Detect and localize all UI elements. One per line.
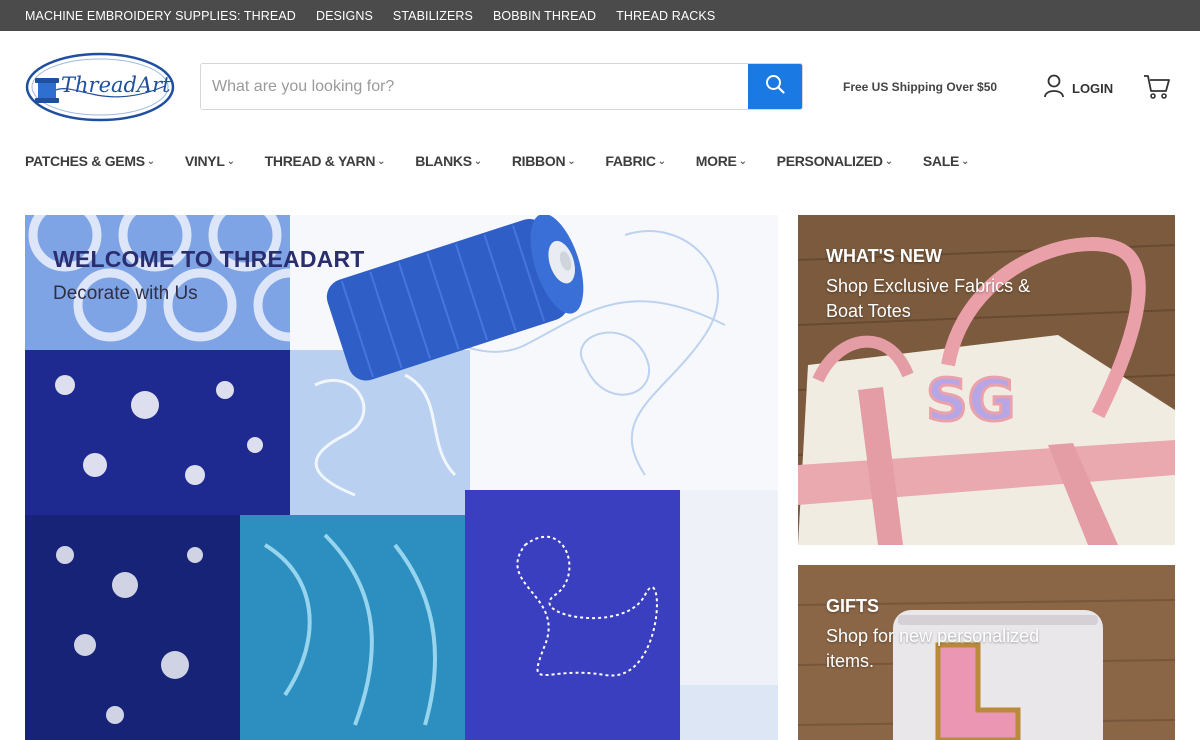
chevron-down-icon: ⌄	[377, 155, 386, 167]
topbar-link-thread[interactable]: MACHINE EMBROIDERY SUPPLIES: THREAD	[25, 9, 296, 23]
topbar-link-stabilizers[interactable]: STABILIZERS	[393, 9, 473, 23]
site-logo[interactable]: ThreadArt	[25, 52, 175, 122]
logo-wordmark: ThreadArt	[61, 73, 171, 97]
chevron-down-icon: ⌄	[567, 155, 576, 167]
search-button[interactable]	[748, 64, 802, 109]
nav-label: BLANKS	[415, 153, 472, 169]
top-utility-bar: MACHINE EMBROIDERY SUPPLIES: THREAD DESI…	[0, 0, 1200, 31]
chevron-down-icon: ⌄	[738, 155, 747, 167]
nav-item-more[interactable]: MORE ⌄	[696, 153, 747, 169]
nav-item-vinyl[interactable]: VINYL ⌄	[185, 153, 235, 169]
topbar-link-thread-racks[interactable]: THREAD RACKS	[616, 9, 715, 23]
nav-item-blanks[interactable]: BLANKS ⌄	[415, 153, 482, 169]
nav-item-patches-gems[interactable]: PATCHES & GEMS ⌄	[25, 153, 155, 169]
login-link[interactable]: LOGIN	[1043, 74, 1113, 103]
nav-label: FABRIC	[605, 153, 656, 169]
nav-item-personalized[interactable]: PERSONALIZED ⌄	[777, 153, 893, 169]
tote-monogram: SG	[926, 366, 1015, 434]
user-icon	[1043, 74, 1065, 103]
nav-label: PATCHES & GEMS	[25, 153, 145, 169]
promo-whats-new[interactable]: SG WHAT'S NEW Shop Exclusive Fabrics & B…	[798, 215, 1175, 545]
chevron-down-icon: ⌄	[226, 155, 235, 167]
hero-subtitle: Decorate with Us	[53, 283, 198, 304]
chevron-down-icon: ⌄	[960, 155, 970, 167]
search-bar	[200, 63, 803, 110]
hero-title: WELCOME TO THREADART	[53, 246, 365, 272]
free-shipping-notice: Free US Shipping Over $50	[843, 80, 998, 94]
nav-label: MORE	[695, 153, 737, 169]
promo-gifts[interactable]: GIFTS Shop for new personalized items.	[798, 565, 1175, 740]
chevron-down-icon: ⌄	[473, 155, 482, 167]
search-icon	[765, 74, 785, 99]
nav-item-sale[interactable]: SALE ⌄	[922, 153, 970, 169]
promo-gifts-title: GIFTS	[826, 596, 879, 616]
hero-banner[interactable]: WELCOME TO THREADART Decorate with Us	[25, 215, 778, 740]
chevron-down-icon: ⌄	[884, 155, 893, 167]
promo-gifts-subtitle: Shop for new personalized items.	[826, 626, 1040, 671]
main-navigation: PATCHES & GEMS ⌄ VINYL ⌄ THREAD & YARN ⌄ BL…	[25, 151, 999, 171]
nav-label: THREAD & YARN	[264, 153, 376, 169]
promo-whats-new-subtitle: Shop Exclusive Fabrics & Boat Totes	[826, 276, 1031, 321]
chevron-down-icon: ⌄	[657, 155, 666, 167]
nav-label: SALE	[922, 153, 959, 169]
nav-label: VINYL	[184, 153, 225, 169]
nav-label: PERSONALIZED	[776, 153, 883, 169]
search-input[interactable]	[201, 64, 748, 109]
topbar-link-designs[interactable]: DESIGNS	[316, 9, 373, 23]
chevron-down-icon: ⌄	[146, 155, 155, 167]
topbar-link-bobbin-thread[interactable]: BOBBIN THREAD	[493, 9, 596, 23]
login-label: LOGIN	[1072, 81, 1114, 96]
promo-whats-new-title: WHAT'S NEW	[826, 246, 942, 266]
nav-label: RIBBON	[511, 153, 566, 169]
nav-item-ribbon[interactable]: RIBBON ⌄	[512, 153, 576, 169]
nav-item-thread-yarn[interactable]: THREAD & YARN ⌄	[265, 153, 386, 169]
cart-icon[interactable]	[1143, 74, 1171, 100]
nav-item-fabric[interactable]: FABRIC ⌄	[605, 153, 666, 169]
